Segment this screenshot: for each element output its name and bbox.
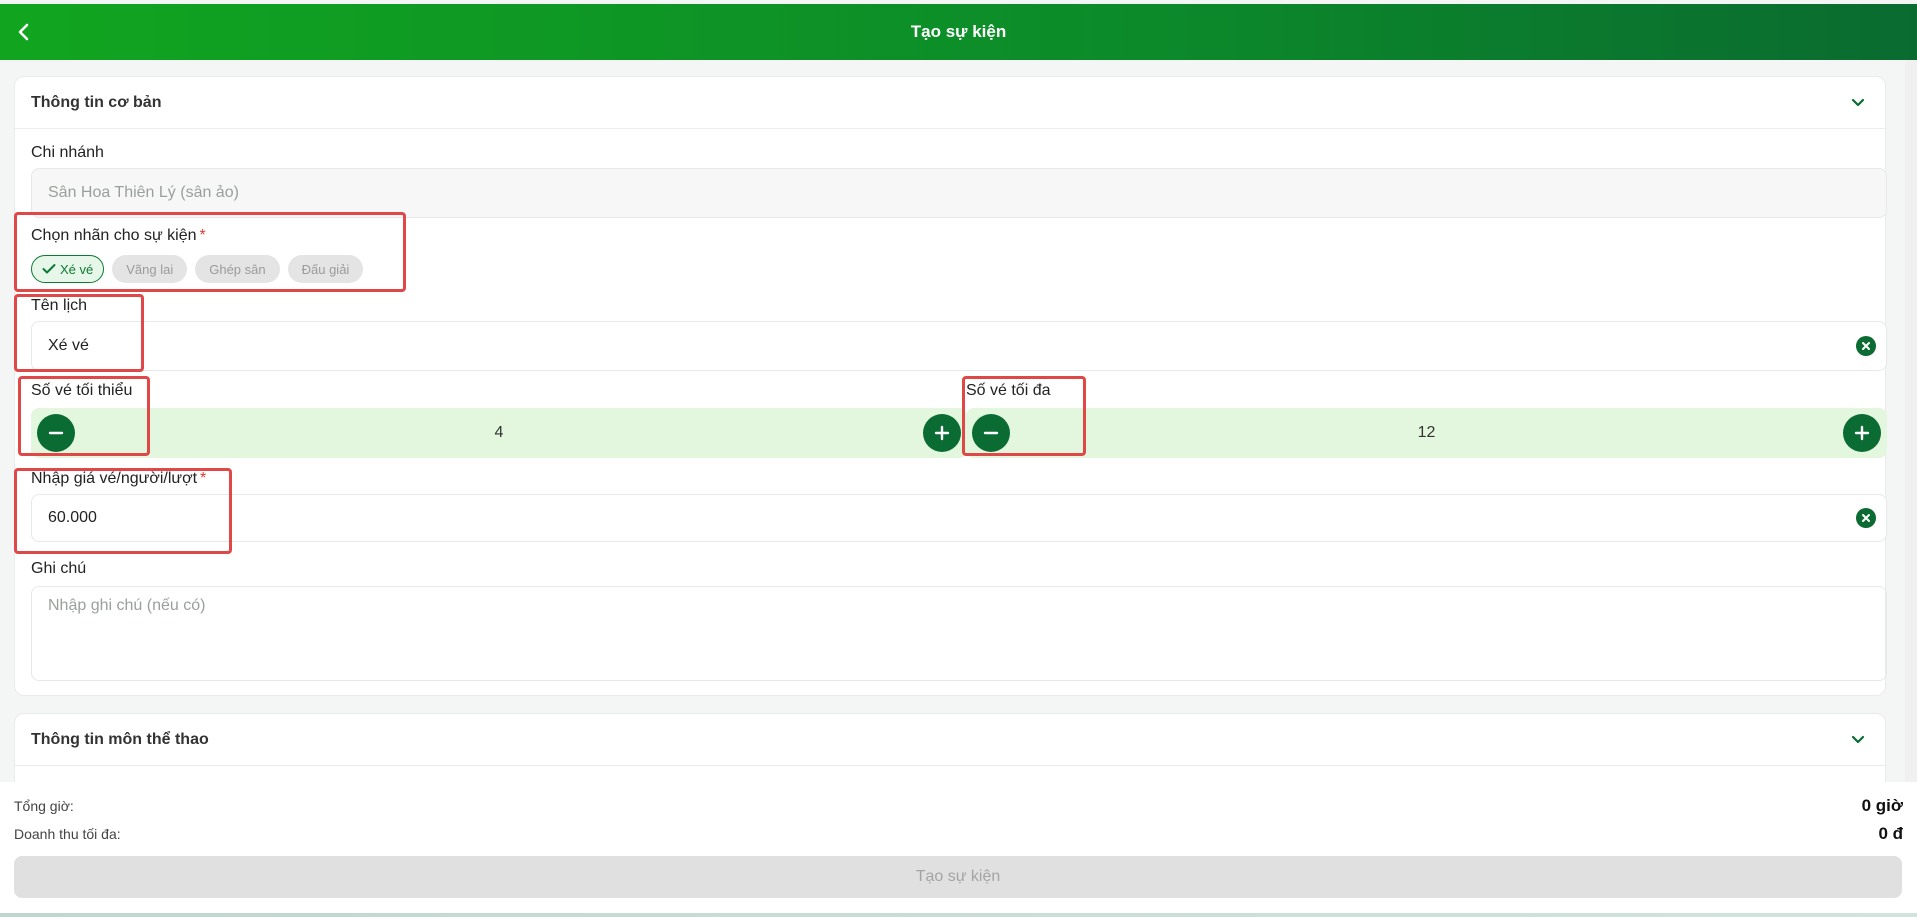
chevron-left-icon — [18, 23, 29, 41]
tag-chip-xe-ve[interactable]: Xé vé — [31, 255, 105, 283]
increment-min-button[interactable] — [923, 414, 961, 452]
tag-chip-ghep-san[interactable]: Ghép sân — [195, 255, 280, 283]
total-hours-label: Tổng giờ: — [14, 798, 74, 814]
total-hours-value: 0 giờ — [1861, 796, 1903, 815]
max-revenue-row: Doanh thu tối đa: 0 đ — [14, 824, 1903, 844]
close-icon — [1862, 514, 1870, 522]
tags-label: Chọn nhãn cho sự kiện * — [31, 227, 206, 244]
increment-max-button[interactable] — [1843, 414, 1881, 452]
chevron-down-icon[interactable] — [1847, 92, 1869, 114]
max-revenue-label: Doanh thu tối đa: — [14, 826, 121, 842]
required-mark: * — [200, 470, 207, 487]
decrement-min-button[interactable] — [37, 414, 75, 452]
price-input[interactable]: 60.000 — [31, 494, 1887, 542]
back-button[interactable] — [10, 18, 38, 46]
bottom-divider — [0, 913, 1917, 917]
sport-info-title: Thông tin môn thể thao — [31, 730, 209, 748]
note-placeholder: Nhập ghi chú (nếu có) — [48, 597, 206, 614]
max-tickets-label: Số vé tối đa — [966, 382, 1051, 399]
name-input[interactable]: Xé vé — [31, 321, 1887, 371]
basic-info-header[interactable]: Thông tin cơ bản — [15, 77, 1885, 129]
basic-info-card: Thông tin cơ bản Chi nhánh Sân Hoa Thiên… — [14, 76, 1887, 696]
branch-field: Sân Hoa Thiên Lý (sân ảo) — [31, 168, 1887, 218]
note-textarea[interactable]: Nhập ghi chú (nếu có) — [31, 586, 1887, 681]
close-icon — [1862, 342, 1870, 350]
form-scroll-area[interactable]: Thông tin cơ bản Chi nhánh Sân Hoa Thiên… — [0, 60, 1905, 782]
branch-value: Sân Hoa Thiên Lý (sân ảo) — [48, 184, 239, 201]
vertical-scrollbar[interactable] — [1905, 60, 1917, 782]
plus-icon — [934, 425, 950, 441]
min-tickets-value: 4 — [494, 424, 504, 441]
min-tickets-label: Số vé tối thiểu — [31, 382, 133, 399]
total-hours-row: Tổng giờ: 0 giờ — [14, 796, 1903, 816]
price-label: Nhập giá vé/người/lượt * — [31, 470, 207, 487]
basic-info-title: Thông tin cơ bản — [31, 93, 162, 111]
max-revenue-value: 0 đ — [1878, 824, 1903, 843]
minus-icon — [48, 431, 64, 435]
name-label: Tên lịch — [31, 297, 88, 314]
sport-info-card: Thông tin môn thể thao — [14, 713, 1886, 782]
plus-icon — [1854, 425, 1870, 441]
min-tickets-stepper: 4 — [31, 408, 967, 458]
summary-footer: Tổng giờ: 0 giờ Doanh thu tối đa: 0 đ Tạ… — [0, 782, 1917, 917]
name-value: Xé vé — [48, 337, 89, 354]
sport-info-header[interactable]: Thông tin môn thể thao — [15, 714, 1885, 766]
decrement-max-button[interactable] — [972, 414, 1010, 452]
clear-price-button[interactable] — [1856, 508, 1876, 528]
chevron-down-icon[interactable] — [1847, 729, 1869, 751]
max-tickets-stepper: 12 — [966, 408, 1887, 458]
app-header: Tạo sự kiện — [0, 4, 1917, 60]
required-mark: * — [199, 227, 206, 244]
tag-chip-dau-giai[interactable]: Đấu giải — [287, 255, 364, 283]
check-icon — [42, 264, 56, 274]
tag-chip-vang-lai[interactable]: Vãng lai — [112, 255, 188, 283]
branch-label: Chi nhánh — [31, 144, 104, 161]
page-title: Tạo sự kiện — [910, 22, 1007, 41]
minus-icon — [983, 431, 999, 435]
note-label: Ghi chú — [31, 560, 87, 577]
clear-name-button[interactable] — [1856, 336, 1876, 356]
max-tickets-value: 12 — [1417, 424, 1436, 441]
price-value: 60.000 — [48, 509, 97, 526]
tag-chips: Xé vé Vãng lai Ghép sân Đấu giải — [31, 255, 364, 283]
create-event-button[interactable]: Tạo sự kiện — [14, 856, 1902, 898]
